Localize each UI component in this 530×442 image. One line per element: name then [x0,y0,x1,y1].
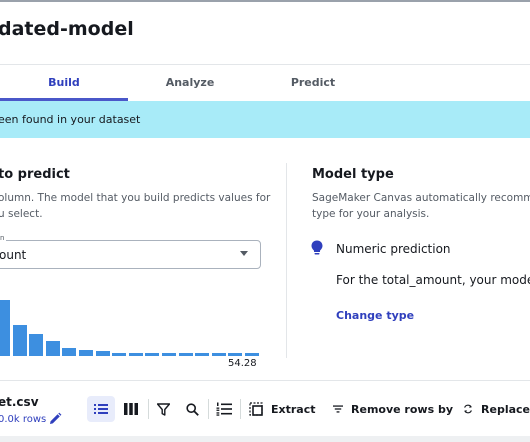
histogram-bar [211,352,226,356]
target-column-value: ount [0,248,27,262]
target-histogram [0,290,265,358]
histogram-bar [0,300,10,356]
histogram-max-label: 54.28 [228,358,257,369]
numbered-list-icon [216,402,232,416]
histogram-bar [228,352,243,356]
histogram-bar [178,352,193,356]
histogram-bar [112,352,127,356]
list-icon [94,404,108,414]
histogram-bar [195,352,210,356]
page-title: dated-model [0,18,134,40]
histogram-bar [62,347,77,356]
target-section-title: to predict [0,167,70,182]
replace-button[interactable]: Replace [463,396,530,422]
target-column-select[interactable] [0,240,261,269]
prediction-type-desc: For the total_amount, your model p [336,273,530,287]
tab-predict[interactable]: Predict [252,76,374,89]
dataset-row-count: 0.0k rows [0,414,47,425]
extract-icon [249,402,263,416]
header-divider [0,64,530,65]
columns-icon [124,403,138,415]
histogram-bar [12,325,27,356]
pencil-icon[interactable] [48,412,62,426]
histogram-bar [245,352,259,356]
dataset-file-name: et.csv [0,395,39,409]
histogram-bar [128,352,143,356]
remove-rows-icon [333,405,344,413]
histogram-bar [145,352,160,356]
model-type-desc-line-1: SageMaker Canvas automatically recommend [312,192,530,204]
banner-text: een found in your dataset [0,113,141,126]
prediction-type-label: Numeric prediction [336,242,451,256]
lightbulb-icon [311,240,323,255]
top-border [0,0,530,2]
histogram-bar [79,349,93,356]
numbered-list-button[interactable] [211,396,237,422]
histogram-bar [45,340,60,356]
remove-rows-label: Remove rows by [351,402,453,416]
replace-icon [464,404,472,414]
remove-rows-button[interactable]: Remove rows by [333,396,453,422]
filter-button[interactable] [151,396,175,422]
tab-analyze[interactable]: Analyze [128,76,252,89]
tab-build[interactable]: Build [0,76,128,89]
target-desc-line-1: olumn. The model that you build predicts… [0,192,271,204]
search-icon [185,402,199,416]
info-banner: een found in your dataset [0,101,530,138]
change-type-link[interactable]: Change type [336,309,414,322]
section-divider [286,163,287,358]
search-button[interactable] [180,396,204,422]
list-view-button[interactable] [87,396,115,422]
chevron-down-icon[interactable] [240,251,248,256]
target-desc-line-2: u select. [0,208,43,220]
toolbar-divider [0,380,530,381]
filter-icon [156,402,170,416]
histogram-bar [29,333,44,356]
bottom-edge [0,436,530,442]
column-view-button[interactable] [117,396,145,422]
extract-button[interactable]: Extract [249,396,319,422]
target-column-label: n [0,234,7,242]
histogram-bar [95,350,110,356]
toolbar-separator [148,399,149,419]
toolbar-separator [208,399,209,419]
replace-label: Replace [481,402,530,416]
toolbar-separator [240,399,241,419]
model-type-desc-line-2: type for your analysis. [312,208,430,220]
histogram-bar [162,352,176,356]
model-type-title: Model type [312,167,394,182]
extract-label: Extract [271,402,316,416]
